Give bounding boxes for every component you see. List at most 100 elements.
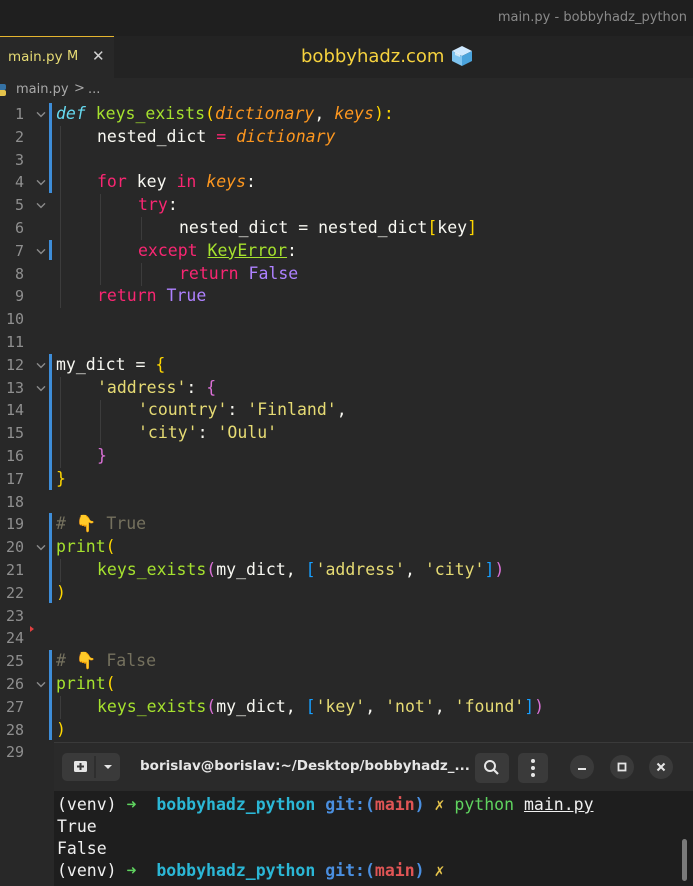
terminal-header: borislav@borislav:~/Desktop/bobbyhadz_..… [54, 743, 693, 791]
line-number: 17 [5, 469, 24, 488]
code-line-28: ) [56, 719, 66, 739]
breadcrumb-more[interactable]: ... [88, 82, 100, 97]
indent-guide [60, 377, 61, 468]
line-number: 24 [5, 629, 24, 648]
line-number: 12 [5, 355, 24, 374]
code-line-26: print( [56, 674, 116, 693]
search-icon [484, 760, 499, 775]
line-number: 2 [14, 127, 24, 146]
code-line-2: nested_dict = dictionary [97, 126, 336, 146]
chevron-down-icon[interactable] [35, 194, 47, 217]
modified-lines-bar [49, 513, 52, 603]
chevron-down-icon[interactable] [35, 240, 47, 263]
line-number: 22 [5, 583, 24, 602]
line-number: 4 [14, 173, 24, 192]
indent-guide [60, 126, 61, 308]
breadcrumb-file[interactable]: main.py [16, 82, 69, 97]
indent-guide [141, 217, 142, 240]
window-title: main.py - bobbyhadz_python [497, 10, 687, 25]
maximize-button[interactable] [610, 755, 634, 779]
line-number: 7 [14, 241, 24, 260]
line-number: 1 [14, 105, 24, 123]
watermark: bobbyhadz.com [301, 46, 445, 67]
chevron-down-icon[interactable] [35, 377, 47, 400]
code-line-1: def keys_exists(dictionary, keys): [56, 104, 394, 123]
line-number: 9 [14, 287, 24, 306]
close-icon[interactable]: ✕ [92, 47, 105, 65]
indent-guide [141, 263, 142, 286]
indent-guide [100, 194, 101, 285]
maximize-icon [617, 762, 627, 772]
modified-lines-bar [49, 354, 52, 490]
line-number: 28 [5, 720, 24, 739]
terminal-prompt-line: (venv) ➜ bobbyhadz_python git:(main) ✗ [57, 861, 445, 880]
tab-main-py[interactable]: main.py M ✕ [0, 36, 114, 78]
indent-guide [60, 696, 61, 719]
line-number: 11 [5, 333, 24, 351]
line-number: 6 [14, 219, 24, 237]
terminal-output[interactable]: (venv) ➜ bobbyhadz_python git:(main) ✗ p… [54, 791, 693, 886]
code-line-6: nested_dict = nested_dict[key] [179, 218, 478, 237]
terminal-scrollbar[interactable] [682, 839, 687, 881]
code-line-14: 'country': 'Finland', [138, 400, 347, 420]
minimize-button[interactable] [570, 755, 594, 779]
terminal-output-line: False [57, 839, 107, 858]
search-button[interactable] [475, 753, 509, 783]
code-line-20: print( [56, 537, 116, 557]
chevron-down-icon[interactable] [35, 536, 47, 559]
menu-button[interactable] [518, 753, 548, 783]
line-number: 27 [5, 697, 24, 716]
line-number: 26 [5, 675, 24, 693]
line-number: 3 [14, 150, 24, 169]
python-file-icon [0, 84, 6, 96]
minimize-icon [578, 768, 586, 770]
code-line-27: keys_exists(my_dict, ['key', 'not', 'fou… [97, 696, 545, 716]
line-number: 18 [5, 492, 24, 511]
ice-cube-icon [452, 46, 472, 66]
chevron-down-icon[interactable] [35, 673, 47, 696]
title-bar: main.py - bobbyhadz_python [0, 0, 693, 36]
new-terminal-icon [74, 756, 112, 778]
modified-indicator: M [67, 49, 79, 64]
line-number: 10 [5, 310, 24, 329]
kebab-menu-icon [531, 759, 535, 777]
code-line-17: } [56, 468, 66, 488]
code-line-4: for key in keys: [97, 172, 256, 192]
modified-lines-bar [49, 650, 52, 740]
line-number: 5 [14, 196, 24, 215]
chevron-down-icon[interactable] [35, 103, 47, 126]
tab-bar: main.py M ✕ bobbyhadz.com [0, 36, 693, 78]
indent-guide [60, 559, 61, 582]
line-number: 23 [5, 606, 24, 625]
terminal-panel[interactable]: borislav@borislav:~/Desktop/bobbyhadz_..… [54, 742, 693, 886]
modified-lines-bar [49, 240, 52, 260]
line-number: 8 [14, 264, 24, 283]
code-line-12: my_dict = { [56, 354, 166, 374]
close-icon [656, 762, 666, 772]
code-line-15: 'city': 'Oulu' [138, 423, 278, 443]
code-line-9: return True [97, 286, 207, 306]
terminal-prompt-line: (venv) ➜ bobbyhadz_python git:(main) ✗ p… [57, 795, 594, 814]
line-number: 19 [5, 515, 24, 534]
modified-lines-bar [49, 103, 52, 193]
code-line-25: # 👇 False [56, 651, 157, 671]
tab-label: main.py [8, 49, 63, 65]
close-terminal-button[interactable] [649, 755, 673, 779]
line-number: 16 [5, 447, 24, 465]
new-terminal-button[interactable] [62, 753, 120, 781]
code-line-22: ) [56, 582, 66, 602]
breadcrumb-separator: > [74, 81, 85, 96]
line-number: 20 [5, 538, 24, 557]
code-line-19: # 👇 True [56, 514, 147, 534]
code-line-7: except KeyError: [138, 240, 297, 260]
line-number: 15 [5, 424, 24, 443]
chevron-down-icon[interactable] [35, 171, 47, 194]
line-number: 13 [5, 378, 24, 397]
line-number: 14 [5, 401, 24, 420]
terminal-output-line: True [57, 817, 97, 836]
line-number: 29 [5, 743, 24, 762]
code-line-5: try: [138, 195, 178, 215]
code-line-21: keys_exists(my_dict, ['address', 'city']… [97, 560, 505, 579]
code-line-8: return False [179, 263, 299, 283]
chevron-down-icon[interactable] [35, 354, 47, 377]
